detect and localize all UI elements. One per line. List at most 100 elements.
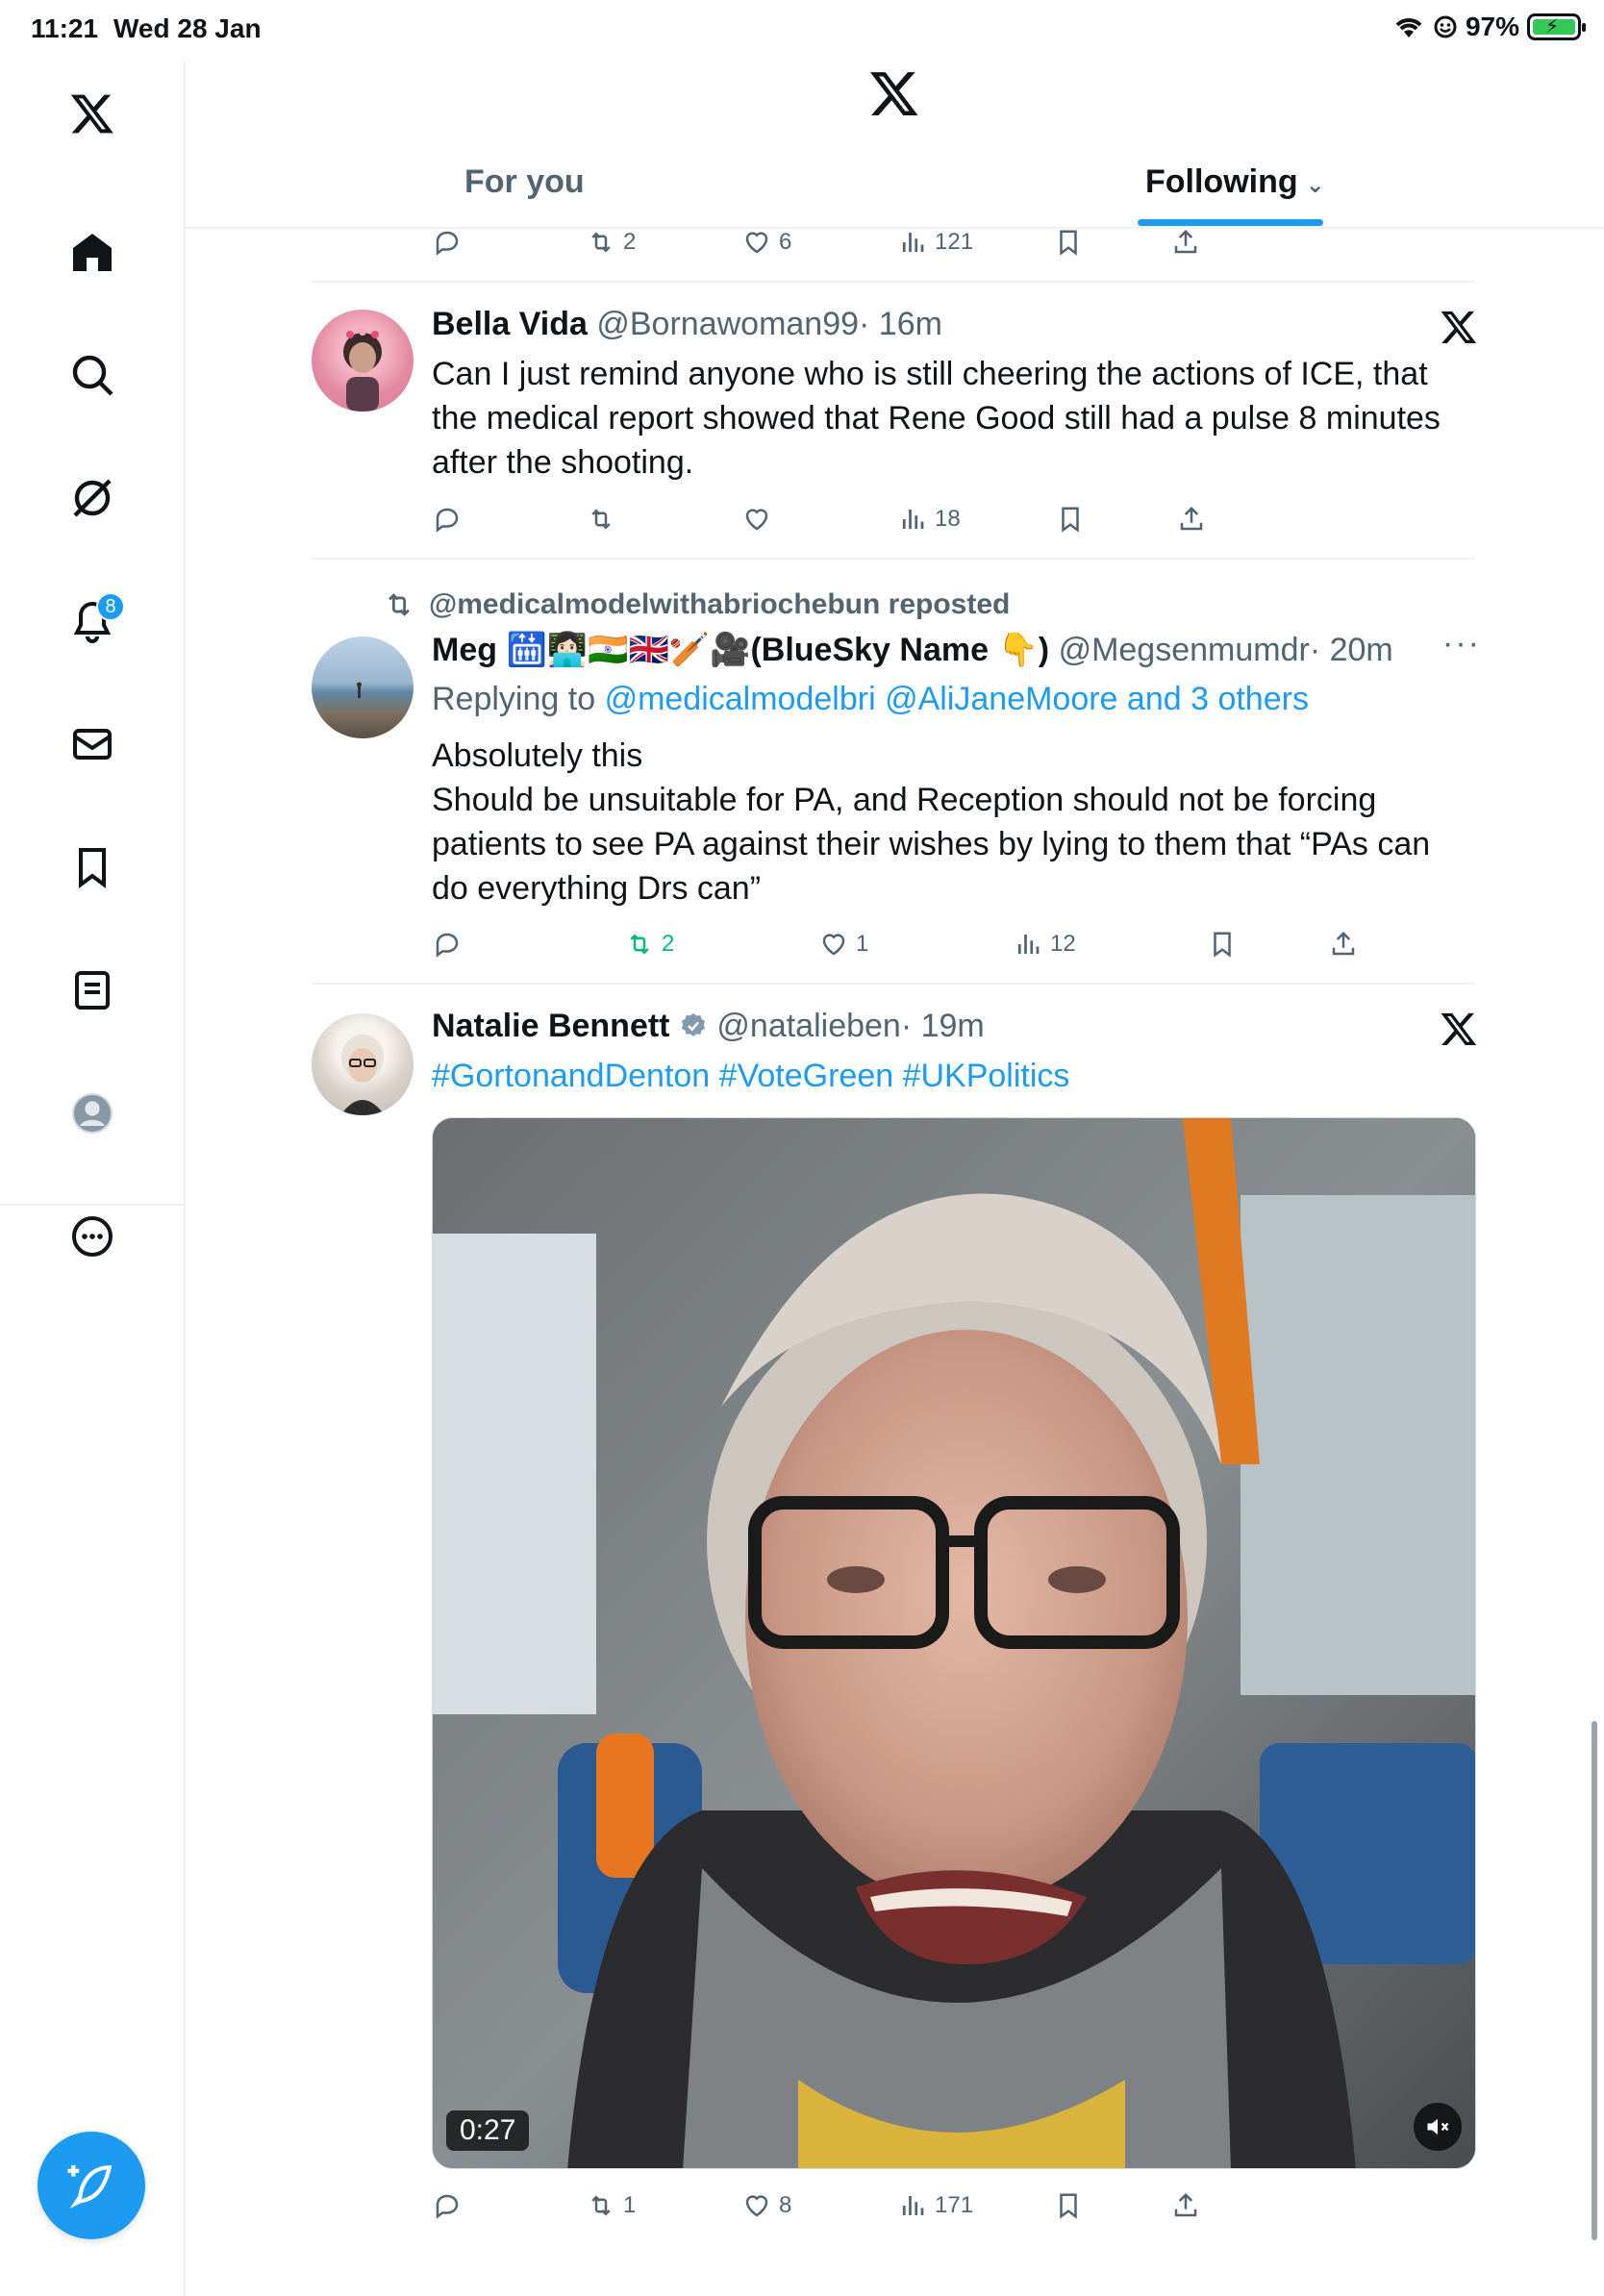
share-icon	[1174, 230, 1197, 254]
tweet-time[interactable]: · 16m	[859, 306, 942, 342]
reply-button[interactable]	[433, 2191, 462, 2220]
tab-following[interactable]: Following ⌄	[1145, 163, 1325, 201]
repost-count: 2	[623, 229, 637, 255]
sidebar-x-logo[interactable]	[60, 81, 125, 146]
avatar[interactable]	[312, 1013, 414, 1115]
repost-button[interactable]: 2	[587, 228, 636, 257]
video-duration: 0:27	[446, 2110, 530, 2151]
repost-icon	[591, 510, 611, 529]
bookmark-icon	[1060, 2193, 1077, 2218]
like-button[interactable]: 6	[742, 228, 791, 257]
tweet-time[interactable]: · 19m	[901, 1008, 985, 1044]
views-button[interactable]: 171	[898, 2191, 973, 2220]
status-date: Wed 28 Jan	[113, 13, 262, 43]
sidebar-item-lists[interactable]	[60, 958, 125, 1023]
tweet-header: Bella Vida @Bornawoman99· 16m	[432, 306, 942, 343]
repost-icon	[591, 233, 611, 252]
replying-to-mentions[interactable]: @medicalmodelbri @AliJaneMoore and 3 oth…	[605, 681, 1309, 717]
avatar-image	[343, 328, 382, 412]
views-button[interactable]: 121	[898, 228, 973, 257]
replying-to-prefix: Replying to	[432, 681, 596, 717]
sidebar-item-notifications[interactable]: 8	[60, 588, 125, 654]
bookmark-button[interactable]	[1054, 228, 1083, 257]
x-logo-icon[interactable]	[868, 67, 920, 119]
avatar[interactable]	[312, 310, 414, 412]
mute-button[interactable]	[1414, 2103, 1462, 2151]
tweet-actions: 18	[0, 500, 1604, 538]
sidebar-item-messages[interactable]	[60, 711, 125, 777]
share-button[interactable]	[1329, 930, 1358, 959]
avatar[interactable]	[312, 636, 414, 738]
repost-button[interactable]	[587, 505, 623, 534]
author-name[interactable]: Bella Vida	[432, 306, 588, 342]
tweet-text-line-1: Absolutely this	[432, 737, 643, 774]
tweet-actions-partial: 2 6 121	[0, 223, 1604, 262]
list-icon	[75, 971, 110, 1010]
bookmark-button[interactable]	[1056, 505, 1085, 534]
tweet-time[interactable]: · 20m	[1310, 632, 1393, 668]
sidebar-divider	[0, 1204, 186, 1206]
view-count: 18	[935, 506, 961, 532]
chevron-down-icon: ⌄	[1305, 172, 1325, 198]
like-button[interactable]	[742, 505, 779, 534]
status-time: 11:21	[31, 13, 99, 43]
speaker-muted-icon	[1427, 2118, 1449, 2135]
tweet-divider	[312, 983, 1475, 985]
tweet-header: Meg 🛗👩🏻‍💻🇮🇳🇬🇧🏏🎥(BlueSky Name 👇) @Megsenm…	[432, 631, 1393, 669]
tweet-hashtags[interactable]: #GortonandDenton #VoteGreen #UKPolitics	[432, 1054, 1470, 1098]
reply-icon	[436, 2194, 459, 2218]
tab-for-you[interactable]: For you	[464, 163, 585, 201]
heart-icon	[822, 934, 845, 956]
battery-percent: 97%	[1465, 12, 1519, 41]
bookmark-icon	[1060, 230, 1077, 255]
repost-icon	[388, 593, 411, 616]
profile-avatar-icon	[72, 1093, 113, 1134]
sidebar-item-more[interactable]	[60, 1204, 125, 1269]
focus-icon	[1434, 15, 1457, 38]
tweet-text-line-2: Should be unsuitable for PA, and Recepti…	[432, 782, 1431, 907]
sidebar-item-bookmarks[interactable]	[60, 835, 125, 900]
author-handle[interactable]: @natalieben	[716, 1008, 900, 1044]
repost-button[interactable]: 1	[587, 2191, 636, 2220]
heart-icon	[745, 232, 768, 254]
like-button[interactable]: 8	[742, 2191, 791, 2220]
share-button[interactable]	[1171, 228, 1200, 257]
reply-button[interactable]	[433, 930, 462, 959]
sidebar-item-profile[interactable]	[60, 1081, 125, 1146]
sidebar-item-search[interactable]	[60, 342, 125, 408]
author-handle[interactable]: @Megsenmumdr	[1059, 632, 1310, 668]
repost-count: 1	[623, 2192, 637, 2218]
reply-icon	[436, 231, 459, 255]
share-button[interactable]	[1171, 2191, 1200, 2220]
timeline-tabs: For you Following ⌄	[186, 144, 1604, 229]
reposted-by-line[interactable]: @medicalmodelwithabriochebun reposted	[383, 588, 1010, 621]
sidebar: 8	[0, 60, 186, 2296]
author-handle[interactable]: @Bornawoman99	[596, 306, 859, 342]
author-name[interactable]: Natalie Bennett	[432, 1008, 670, 1044]
view-count: 171	[935, 2192, 974, 2218]
reply-button[interactable]	[433, 505, 462, 534]
repost-icon	[591, 2196, 611, 2215]
more-options-icon[interactable]: ···	[1442, 625, 1481, 662]
bookmark-button[interactable]	[1054, 2191, 1083, 2220]
video-player[interactable]: 0:27	[432, 1117, 1476, 2169]
views-icon	[1017, 933, 1040, 956]
tweet-actions: 1 8 171	[0, 2186, 1604, 2225]
reply-button[interactable]	[433, 228, 462, 257]
like-button[interactable]: 1	[819, 930, 868, 959]
view-count: 12	[1050, 931, 1076, 957]
bookmark-icon	[79, 848, 106, 888]
bookmark-button[interactable]	[1208, 930, 1237, 959]
video-thumbnail	[433, 1118, 1475, 2168]
author-name[interactable]: Meg 🛗👩🏻‍💻🇮🇳🇬🇧🏏🎥(BlueSky Name 👇)	[432, 632, 1049, 668]
scrollbar[interactable]	[1591, 1721, 1597, 2240]
views-icon	[902, 231, 924, 254]
share-button[interactable]	[1177, 505, 1206, 534]
views-button[interactable]: 18	[898, 505, 961, 534]
repost-button[interactable]: 2	[625, 930, 674, 959]
battery-icon: ⚡	[1527, 13, 1586, 40]
repost-icon	[630, 935, 649, 954]
tweet-divider	[312, 281, 1475, 283]
views-button[interactable]: 12	[1014, 930, 1076, 959]
tweet-text: Can I just remind anyone who is still ch…	[432, 356, 1441, 481]
